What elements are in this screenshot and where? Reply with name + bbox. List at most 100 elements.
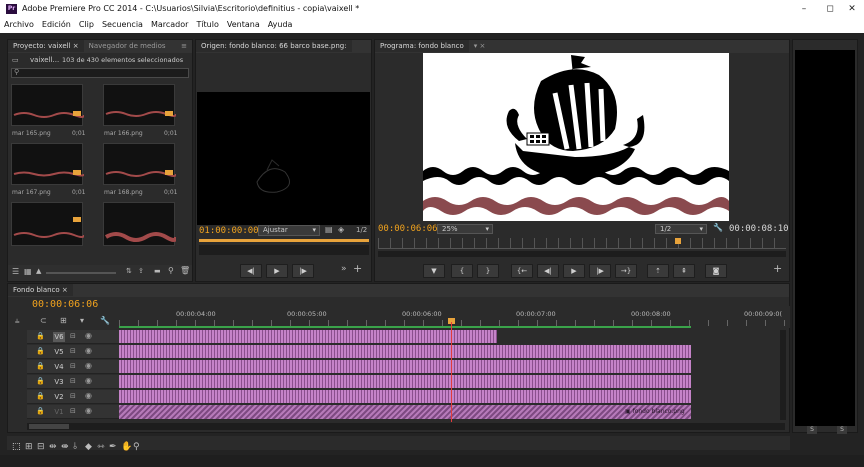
menu-edicion[interactable]: Edición [38,19,75,29]
trash-icon[interactable]: 🗑 [180,266,190,275]
maximize-button[interactable]: ◻ [820,3,840,16]
lock-icon[interactable]: 🔒 [36,332,45,340]
list-view-icon[interactable]: ☰ [12,267,19,276]
source-add-button[interactable]: + [353,262,362,275]
track-label-v2[interactable]: V2 [53,392,65,402]
close-button[interactable]: ✕ [842,3,862,16]
go-to-in-button[interactable]: {← [511,264,533,278]
selection-tool-icon[interactable]: ⬚ [12,442,21,452]
thumbnail-zoom-slider[interactable] [46,272,116,274]
rolling-edit-tool-icon[interactable]: ⇹ [49,442,57,452]
playback-resolution-icon[interactable]: ◈ [338,225,344,234]
search-input[interactable]: ⚲ [11,68,189,78]
track-label-v3[interactable]: V3 [53,377,65,387]
program-timecode[interactable]: 00:00:06:06 [378,224,438,234]
source-play-button[interactable]: ▶ [266,264,288,278]
source-time-ruler[interactable] [199,239,369,242]
program-zoom-select[interactable]: 25% ▾ [437,224,493,234]
panel-menu-icon[interactable]: ≡ [176,40,192,52]
menu-ayuda[interactable]: Ayuda [264,19,297,29]
new-bin-icon[interactable]: ▬ [154,267,161,275]
eye-icon[interactable]: ◉ [85,376,92,385]
program-add-button[interactable]: + [773,262,782,275]
timeline-ruler[interactable]: 00:00:04:00 00:00:05:00 00:00:06:00 00:0… [119,306,790,328]
toggle-sync-icon[interactable]: ⊟ [70,332,76,340]
track-label-v6[interactable]: V6 [53,332,65,342]
solo-left-button[interactable]: S [807,426,817,434]
timeline-tab[interactable]: Fondo blanco × [8,284,789,297]
tab-project[interactable]: Proyecto: vaixell × [8,40,84,52]
find-icon[interactable]: ⚲ [168,266,174,275]
lock-icon[interactable]: 🔒 [36,407,45,415]
timeline-timecode[interactable]: 00:00:06:06 [32,299,98,310]
project-thumb-2[interactable] [103,84,176,126]
marker-icon[interactable]: ▾ [80,316,84,325]
program-resolution-select[interactable]: 1/2 ▾ [655,224,707,234]
wrench-icon[interactable]: 🔧 [713,223,723,232]
lock-icon[interactable]: 🔒 [36,377,45,385]
project-thumb-4[interactable] [103,143,176,185]
project-thumb-1[interactable] [11,84,84,126]
lock-icon[interactable]: 🔒 [36,362,45,370]
play-button[interactable]: ▶ [563,264,585,278]
track-select-tool-icon[interactable]: ⊞ [25,442,33,452]
source-more-controls-icon[interactable]: » [341,264,347,274]
menu-titulo[interactable]: Título [192,19,222,29]
timeline-scroll-thumb[interactable] [29,424,69,429]
go-to-out-button[interactable]: →} [615,264,637,278]
export-frame-button[interactable]: ◙ [705,264,727,278]
source-timecode[interactable]: 01:00:00:00 [199,226,259,236]
eye-icon[interactable]: ◉ [85,361,92,370]
program-monitor-tab[interactable]: Programa: fondo blanco ▾ × [375,40,789,53]
timeline-clip-v6[interactable] [119,330,497,343]
extract-button[interactable]: ⇞ [673,264,695,278]
minimize-button[interactable]: – [794,3,814,16]
menu-clip[interactable]: Clip [75,19,98,29]
razor-tool-icon[interactable]: ⫰ [73,442,77,452]
eye-icon[interactable]: ◉ [85,331,92,340]
zoom-tool-icon[interactable]: ⚲ [133,442,140,452]
lock-icon[interactable]: 🔒 [36,392,45,400]
rate-stretch-tool-icon[interactable]: ⇼ [61,442,69,452]
lift-button[interactable]: ⇡ [647,264,669,278]
work-area-bar[interactable] [119,326,691,328]
source-scrubber[interactable] [199,245,369,255]
timeline-wrench-icon[interactable]: 🔧 [100,316,110,325]
project-thumb-6[interactable] [103,202,176,246]
zoom-out-icon[interactable]: ▲ [36,267,41,275]
source-step-back-button[interactable]: ◀| [240,264,262,278]
menu-secuencia[interactable]: Secuencia [98,19,147,29]
toggle-sync-icon[interactable]: ⊟ [70,407,76,415]
snap-icon[interactable]: ⫨ [15,316,20,326]
timeline-clip-v3[interactable] [119,375,691,388]
sort-icon[interactable]: ⇅ [126,267,132,275]
automate-icon[interactable]: ⇪ [138,267,144,275]
mark-in-button[interactable]: { [451,264,473,278]
project-thumb-5[interactable] [11,202,84,246]
mark-out-button[interactable]: } [477,264,499,278]
program-playhead-marker[interactable] [675,238,681,244]
source-fit-select[interactable]: Ajustar ▾ [258,225,320,236]
timeline-vertical-scrollbar[interactable] [780,330,786,420]
track-label-v4[interactable]: V4 [53,362,65,372]
menu-ventana[interactable]: Ventana [223,19,264,29]
tab-media-browser[interactable]: Navegador de medios [84,40,171,52]
slip-tool-icon[interactable]: ◆ [85,442,92,452]
hand-tool-icon[interactable]: ✋ [121,442,132,452]
slide-tool-icon[interactable]: ⇿ [97,442,105,452]
ripple-edit-tool-icon[interactable]: ⊟ [37,442,45,452]
add-marker-button[interactable]: ▼ [423,264,445,278]
menu-marcador[interactable]: Marcador [147,19,192,29]
toggle-sync-icon[interactable]: ⊟ [70,362,76,370]
track-label-v1[interactable]: V1 [53,407,65,417]
toggle-sync-icon[interactable]: ⊟ [70,377,76,385]
menu-archivo[interactable]: Archivo [0,19,38,29]
source-scale[interactable]: 1/2 [356,226,367,234]
timeline-clip-v4[interactable] [119,360,691,373]
track-label-v5[interactable]: V5 [53,347,65,357]
program-scrubber[interactable] [378,251,786,257]
step-forward-button[interactable]: |▶ [589,264,611,278]
timeline-clip-v2[interactable] [119,390,691,403]
project-thumb-3[interactable] [11,143,84,185]
linked-selection-icon[interactable]: ⊂ [40,316,47,325]
